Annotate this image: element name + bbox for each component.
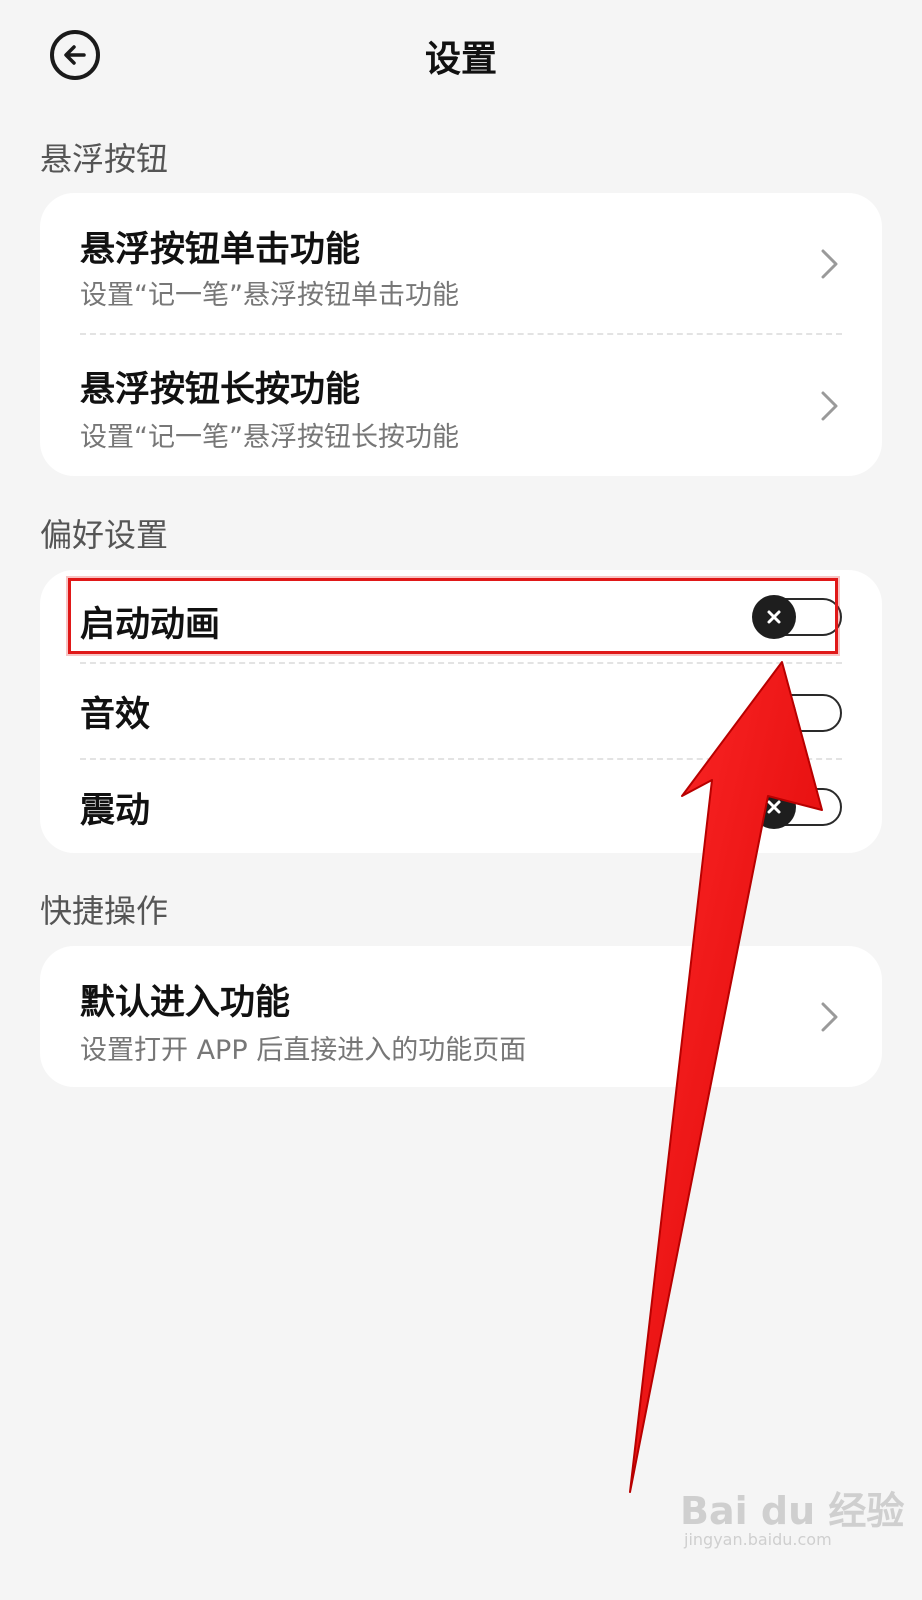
row-subtitle: 设置“记一笔”悬浮按钮长按功能 [80, 422, 459, 453]
toggle-knob [752, 785, 796, 829]
sound-effects-toggle[interactable] [752, 691, 842, 735]
section-title-preferences: 偏好设置 [40, 516, 169, 554]
row-title: 默认进入功能 [80, 983, 291, 1023]
row-title: 悬浮按钮长按功能 [80, 370, 361, 410]
chevron-right-icon [821, 1002, 838, 1032]
watermark-url: jingyan.baidu.com [684, 1530, 832, 1549]
close-icon [767, 706, 781, 720]
card-preferences: 启动动画 音效 震动 [40, 570, 882, 853]
card-floating: 悬浮按钮单击功能 设置“记一笔”悬浮按钮单击功能 悬浮按钮长按功能 设置“记一笔… [40, 193, 882, 476]
row-title: 悬浮按钮单击功能 [80, 230, 361, 270]
row-long-press[interactable]: 悬浮按钮长按功能 设置“记一笔”悬浮按钮长按功能 [80, 335, 842, 476]
row-subtitle: 设置“记一笔”悬浮按钮单击功能 [80, 280, 459, 311]
chevron-right-icon [821, 249, 838, 279]
chevron-right-icon [821, 391, 838, 421]
startup-animation-toggle[interactable] [752, 595, 842, 639]
row-startup-animation[interactable]: 启动动画 [80, 570, 842, 662]
section-title-shortcuts: 快捷操作 [40, 892, 169, 930]
header: 设置 [0, 0, 922, 110]
row-subtitle: 设置打开 APP 后直接进入的功能页面 [80, 1035, 527, 1066]
close-icon [767, 800, 781, 814]
row-single-tap[interactable]: 悬浮按钮单击功能 设置“记一笔”悬浮按钮单击功能 [80, 193, 842, 333]
row-title: 震动 [80, 791, 151, 831]
settings-screen: 设置 悬浮按钮 悬浮按钮单击功能 设置“记一笔”悬浮按钮单击功能 悬浮按钮长按功… [0, 0, 922, 1600]
section-title-floating: 悬浮按钮 [40, 140, 169, 178]
row-vibration[interactable]: 震动 [80, 760, 842, 853]
row-default-entry[interactable]: 默认进入功能 设置打开 APP 后直接进入的功能页面 [80, 946, 842, 1087]
close-icon [767, 610, 781, 624]
toggle-knob [752, 595, 796, 639]
row-title: 启动动画 [80, 605, 221, 645]
toggle-knob [752, 691, 796, 735]
vibration-toggle[interactable] [752, 785, 842, 829]
watermark-logo: Bai du 经验 [680, 1489, 905, 1533]
card-shortcuts: 默认进入功能 设置打开 APP 后直接进入的功能页面 [40, 946, 882, 1087]
page-title: 设置 [424, 39, 497, 80]
baidu-watermark: Bai du 经验 jingyan.baidu.com [680, 1480, 904, 1560]
row-sound-effects[interactable]: 音效 [80, 664, 842, 758]
row-title: 音效 [80, 695, 151, 735]
